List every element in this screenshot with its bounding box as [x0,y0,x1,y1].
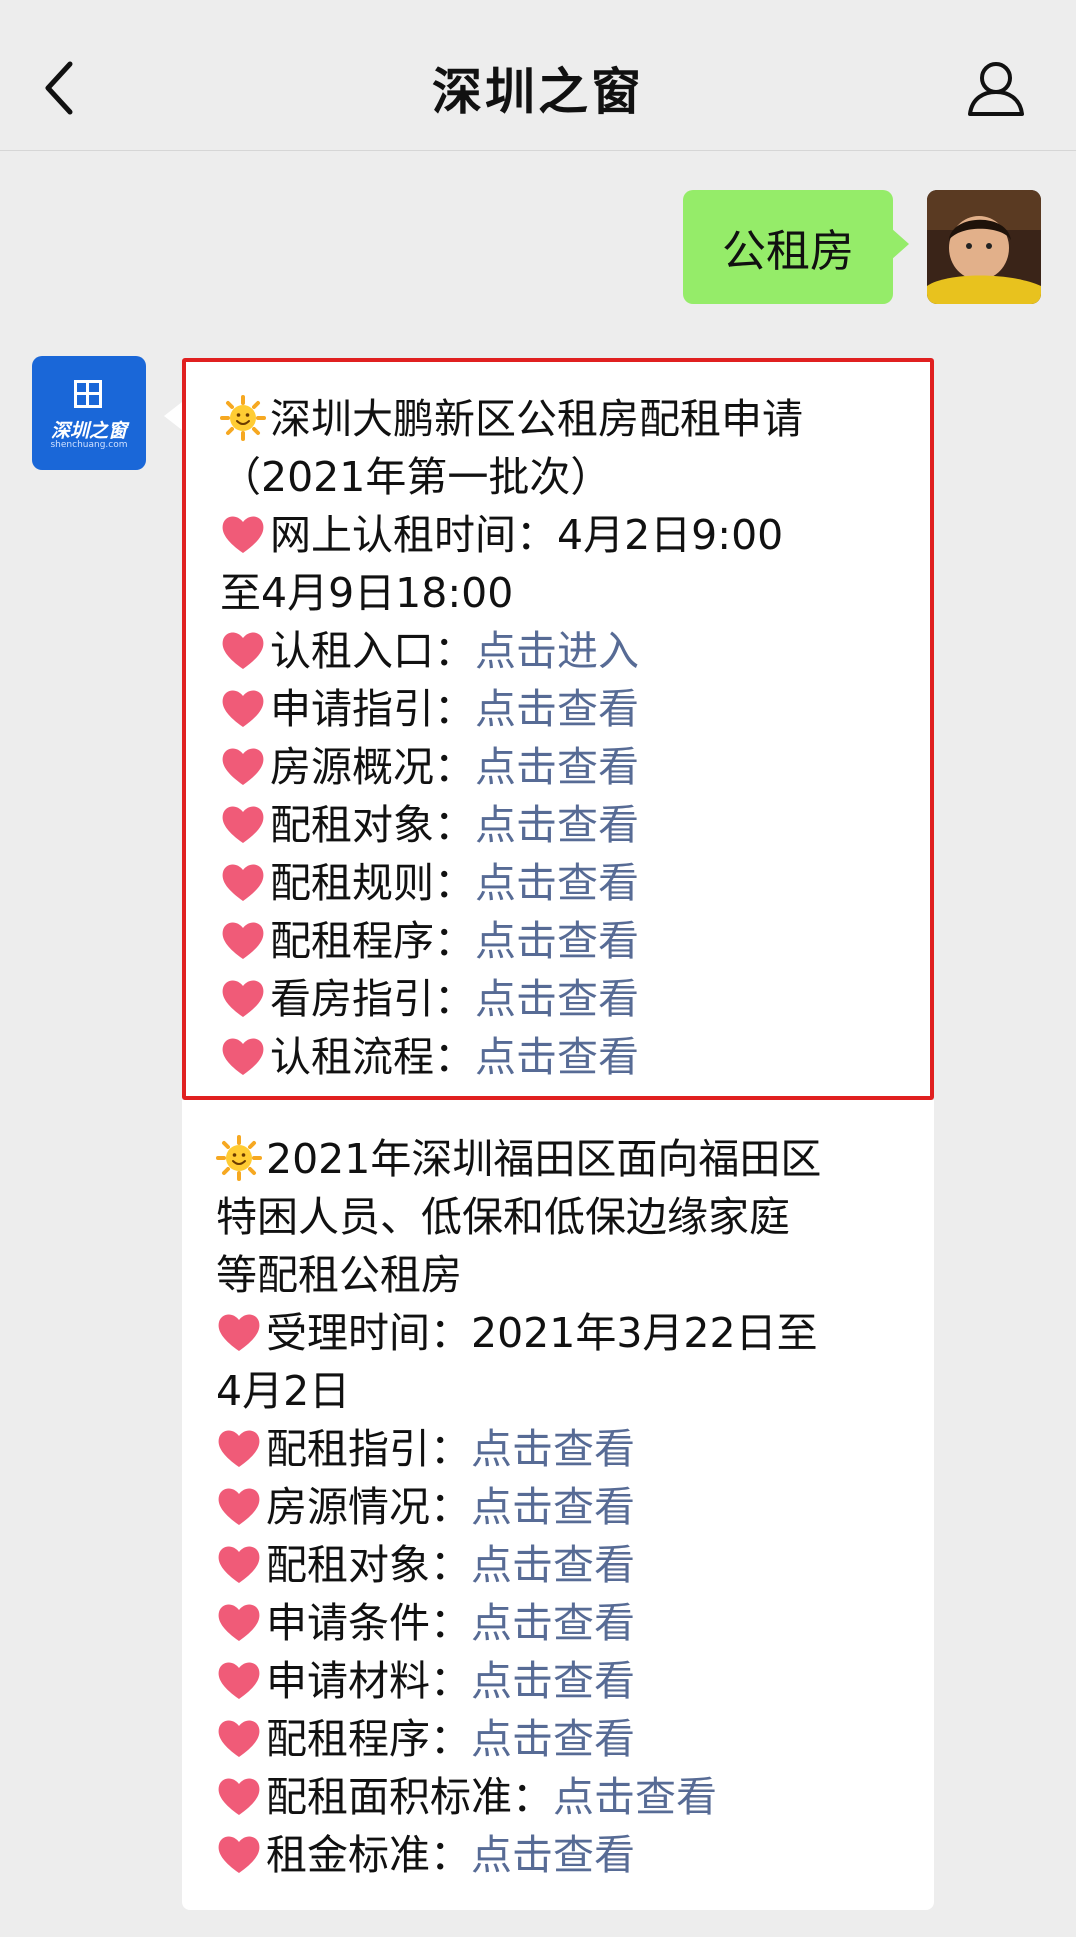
sun-emoji-icon [216,1135,262,1181]
item-label: 申请条件： [266,1599,471,1647]
official-account-avatar[interactable]: 深圳之窗 shenchuang.com [32,356,146,470]
heart-icon [222,922,264,959]
item-label: 申请材料： [266,1657,471,1705]
heart-icon [222,632,264,669]
link-click-view[interactable]: 点击查看 [471,1715,635,1763]
item-label: 配租面积标准： [266,1773,553,1821]
list-item: 认租入口：点击进入 [220,622,904,680]
item-label: 房源情况： [266,1483,471,1531]
link-click-view[interactable]: 点击查看 [475,801,639,849]
user-avatar[interactable] [927,190,1041,304]
nav-bar: 深圳之窗 [0,0,1076,151]
link-click-view[interactable]: 点击查看 [471,1831,635,1879]
list-item: 申请指引：点击查看 [220,680,904,738]
item-label: 配租程序： [270,917,475,965]
logo-subtext: shenchuang.com [50,440,128,450]
list-item: 房源情况：点击查看 [216,1478,908,1536]
heart-icon [218,1662,260,1699]
accept-time-line: 受理时间：2021年3月22日至 [216,1304,908,1362]
item-label: 配租规则： [270,859,475,907]
link-click-view[interactable]: 点击查看 [471,1657,635,1705]
heart-icon [218,1778,260,1815]
item-label: 配租对象： [270,801,475,849]
link-click-view[interactable]: 点击查看 [471,1483,635,1531]
heart-icon [222,806,264,843]
item-label: 配租对象： [266,1541,471,1589]
link-click-view[interactable]: 点击查看 [475,685,639,733]
item-label: 配租指引： [266,1425,471,1473]
heart-icon [218,1604,260,1641]
rent-time-line: 网上认租时间：4月2日9:00 [220,506,904,564]
link-click-view[interactable]: 点击查看 [471,1425,635,1473]
list-item: 房源概况：点击查看 [220,738,904,796]
list-item: 租金标准：点击查看 [216,1826,908,1884]
list-item: 认租流程：点击查看 [220,1028,904,1086]
chat-title: 深圳之窗 [432,63,644,121]
message-card-dapeng: 深圳大鹏新区公租房配租申请 （2021年第一批次） 网上认租时间：4月2日9:0… [164,358,934,1100]
heart-icon [218,1314,260,1351]
list-item: 配租指引：点击查看 [216,1420,908,1478]
item-label: 房源概况： [270,743,475,791]
list-item: 配租规则：点击查看 [220,854,904,912]
link-click-view[interactable]: 点击查看 [475,743,639,791]
heart-icon [218,1836,260,1873]
link-click-view[interactable]: 点击查看 [475,1033,639,1081]
window-logo-icon [74,380,102,408]
item-label: 认租流程： [270,1033,475,1081]
sun-emoji-icon [220,395,266,441]
item-label: 配租程序： [266,1715,471,1763]
list-item: 申请材料：点击查看 [216,1652,908,1710]
list-item: 配租程序：点击查看 [220,912,904,970]
item-label: 申请指引： [270,685,475,733]
list-item: 看房指引：点击查看 [220,970,904,1028]
item-label: 租金标准： [266,1831,471,1879]
heart-icon [218,1720,260,1757]
heart-icon [222,980,264,1017]
list-item: 配租对象：点击查看 [220,796,904,854]
list-item: 申请条件：点击查看 [216,1594,908,1652]
heart-icon [218,1430,260,1467]
heart-icon [222,516,264,553]
link-click-view[interactable]: 点击查看 [475,917,639,965]
item-label: 认租入口： [270,627,475,675]
card-title-cont: 等配租公租房 [216,1251,462,1299]
accept-time-line-cont: 4月2日 [216,1367,351,1415]
card-title-cont: 特困人员、低保和低保边缘家庭 [216,1193,790,1241]
message-card-futian: 2021年深圳福田区面向福田区 特困人员、低保和低保边缘家庭 等配租公租房 受理… [182,1100,934,1910]
card-title-batch: （2021年第一批次） [220,453,612,501]
heart-icon [218,1488,260,1525]
card-title: 2021年深圳福田区面向福田区 [216,1130,908,1188]
heart-icon [222,1038,264,1075]
list-item: 配租对象：点击查看 [216,1536,908,1594]
item-label: 看房指引： [270,975,475,1023]
logo-text: 深圳之窗 [50,420,127,442]
link-click-enter[interactable]: 点击进入 [475,627,639,675]
user-profile-icon[interactable] [966,58,1026,118]
heart-icon [218,1546,260,1583]
heart-icon [222,748,264,785]
heart-icon [222,690,264,727]
link-click-view[interactable]: 点击查看 [475,859,639,907]
list-item: 配租程序：点击查看 [216,1710,908,1768]
user-message-bubble[interactable]: 公租房 [683,190,909,304]
list-item: 配租面积标准：点击查看 [216,1768,908,1826]
link-click-view[interactable]: 点击查看 [471,1541,635,1589]
heart-icon [222,864,264,901]
rent-time-line-cont: 至4月9日18:00 [220,569,514,617]
card-title: 深圳大鹏新区公租房配租申请 [220,390,904,448]
link-click-view[interactable]: 点击查看 [471,1599,635,1647]
link-click-view[interactable]: 点击查看 [553,1773,717,1821]
link-click-view[interactable]: 点击查看 [475,975,639,1023]
